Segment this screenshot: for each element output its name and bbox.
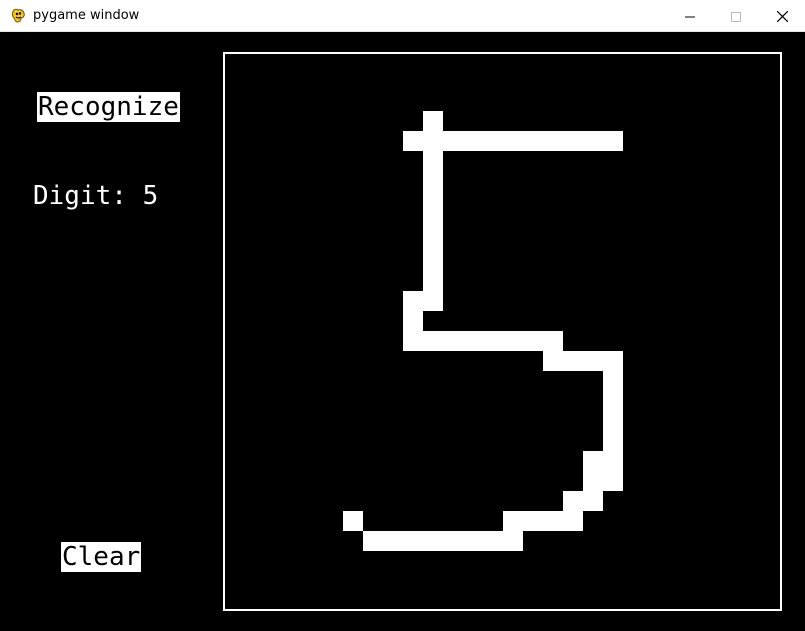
stroke-cell	[423, 251, 443, 271]
stroke-cell	[543, 351, 563, 371]
stroke-cell	[603, 471, 623, 491]
stroke-cell	[403, 291, 423, 311]
stroke-cell	[423, 171, 443, 191]
stroke-cell	[543, 331, 563, 351]
recognized-digit-label: Digit: 5	[33, 181, 159, 211]
stroke-cell	[563, 491, 583, 511]
stroke-cell	[603, 431, 623, 451]
stroke-cell	[423, 231, 443, 251]
stroke-cell	[403, 131, 423, 151]
stroke-cell	[603, 411, 623, 431]
stroke-cell	[423, 331, 443, 351]
stroke-cell	[603, 131, 623, 151]
stroke-cell	[503, 511, 523, 531]
stroke-cell	[483, 331, 503, 351]
title-bar[interactable]: pygame window	[0, 0, 805, 32]
stroke-cell	[403, 311, 423, 331]
close-icon	[776, 7, 788, 26]
minimize-icon	[685, 7, 695, 26]
stroke-cell	[343, 511, 363, 531]
close-button[interactable]	[759, 0, 805, 32]
stroke-cell	[583, 491, 603, 511]
stroke-cell	[423, 271, 443, 291]
stroke-cell	[443, 131, 463, 151]
pygame-snake-icon	[10, 7, 28, 25]
stroke-cell	[603, 351, 623, 371]
stroke-cell	[543, 511, 563, 531]
drawing-strokes	[343, 111, 623, 551]
pygame-window: pygame window Recognize Digit: 5 Clear	[0, 0, 805, 631]
stroke-cell	[423, 151, 443, 171]
stroke-cell	[583, 451, 603, 471]
clear-button[interactable]: Clear	[61, 542, 142, 572]
stroke-cell	[543, 131, 563, 151]
maximize-button[interactable]	[713, 0, 759, 32]
stroke-cell	[583, 131, 603, 151]
stroke-cell	[603, 391, 623, 411]
stroke-cell	[503, 131, 523, 151]
pygame-surface: Recognize Digit: 5 Clear	[0, 32, 805, 631]
stroke-cell	[563, 511, 583, 531]
stroke-cell	[563, 351, 583, 371]
stroke-cell	[423, 191, 443, 211]
stroke-cell	[363, 531, 383, 551]
stroke-cell	[423, 291, 443, 311]
stroke-cell	[403, 331, 423, 351]
stroke-cell	[523, 331, 543, 351]
stroke-cell	[603, 371, 623, 391]
drawing-canvas[interactable]	[223, 52, 782, 611]
minimize-button[interactable]	[667, 0, 713, 32]
stroke-cell	[423, 131, 443, 151]
stroke-cell	[483, 131, 503, 151]
maximize-icon	[731, 7, 741, 26]
stroke-cell	[523, 131, 543, 151]
recognize-button[interactable]: Recognize	[37, 92, 180, 122]
stroke-cell	[463, 531, 483, 551]
window-title: pygame window	[33, 8, 140, 23]
stroke-cell	[463, 331, 483, 351]
stroke-cell	[603, 451, 623, 471]
stroke-cell	[503, 331, 523, 351]
stroke-cell	[523, 511, 543, 531]
stroke-cell	[583, 471, 603, 491]
stroke-cell	[463, 131, 483, 151]
stroke-cell	[383, 531, 403, 551]
stroke-cell	[423, 111, 443, 131]
stroke-cell	[503, 531, 523, 551]
stroke-cell	[583, 351, 603, 371]
stroke-cell	[443, 331, 463, 351]
stroke-cell	[563, 131, 583, 151]
stroke-cell	[423, 211, 443, 231]
stroke-cell	[483, 531, 503, 551]
stroke-cell	[423, 531, 443, 551]
stroke-cell	[443, 531, 463, 551]
stroke-cell	[403, 531, 423, 551]
